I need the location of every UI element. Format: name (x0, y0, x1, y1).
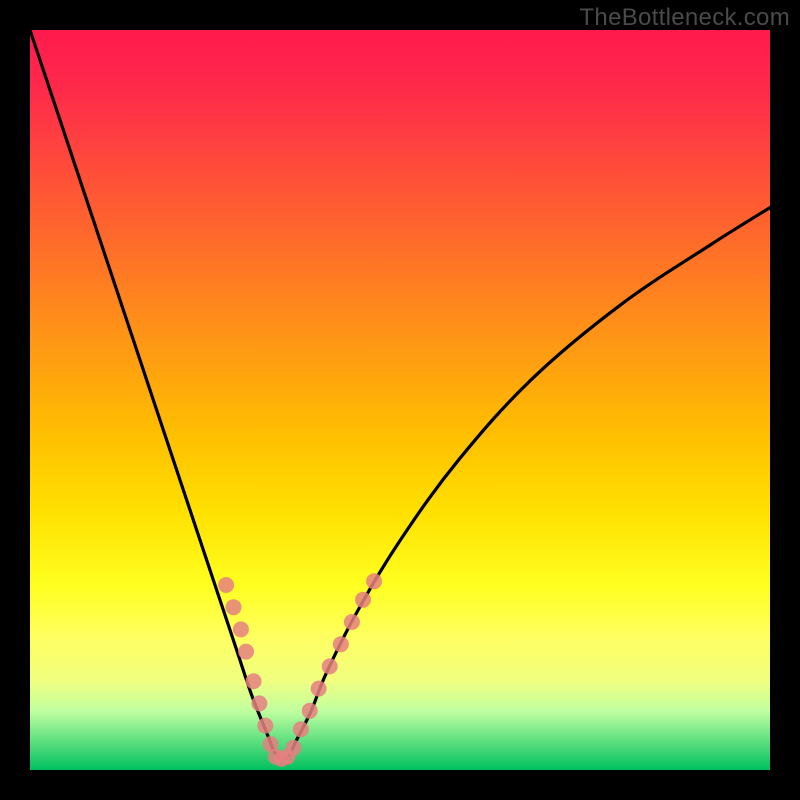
marker-dot (311, 681, 327, 697)
marker-dot (333, 636, 349, 652)
marker-dot (251, 695, 267, 711)
marker-dot (355, 592, 371, 608)
marker-dot (285, 740, 301, 756)
bottleneck-curve (30, 30, 770, 759)
marker-dot (293, 721, 309, 737)
marker-dot (233, 621, 249, 637)
marker-dot (218, 577, 234, 593)
marker-dot (344, 614, 360, 630)
chart-frame: TheBottleneck.com (0, 0, 800, 800)
marker-dot (226, 599, 242, 615)
curve-layer (30, 30, 770, 770)
marker-dot (257, 718, 273, 734)
marker-dot (245, 673, 261, 689)
watermark-text: TheBottleneck.com (579, 4, 790, 32)
plot-area (30, 30, 770, 770)
marker-dot (366, 573, 382, 589)
marker-dot (322, 658, 338, 674)
marker-dot (302, 703, 318, 719)
marker-dot (238, 644, 254, 660)
